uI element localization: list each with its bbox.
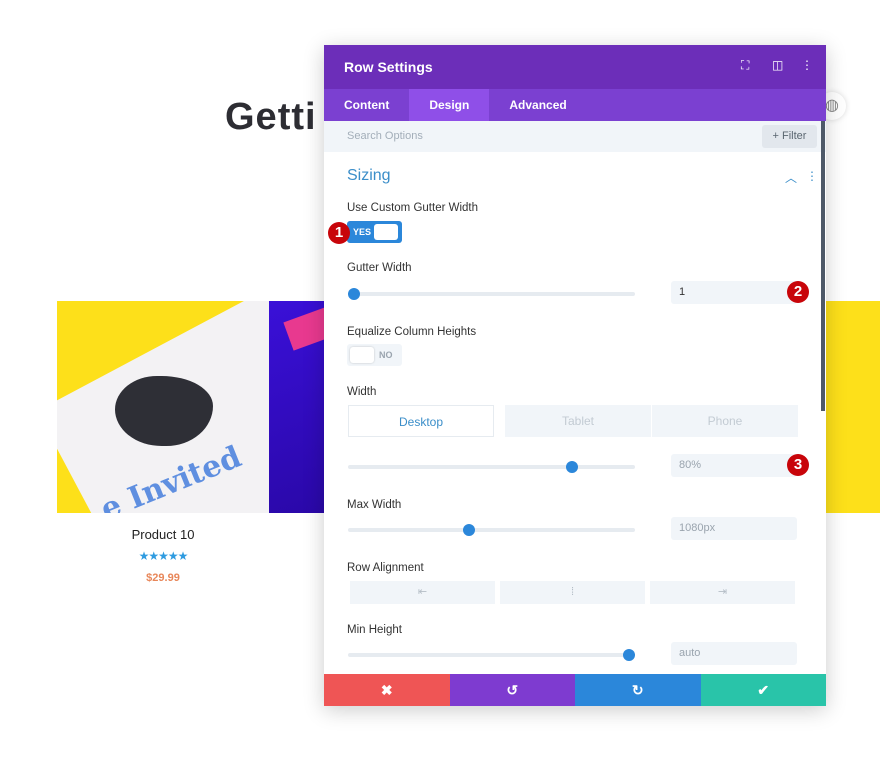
split-view-icon[interactable]: ◫ xyxy=(772,58,783,72)
align-left-button[interactable]: ⇤ xyxy=(350,581,495,604)
tab-advanced[interactable]: Advanced xyxy=(489,89,586,121)
max-width-label: Max Width xyxy=(347,499,402,511)
min-height-slider[interactable] xyxy=(348,649,636,661)
device-tab-phone[interactable]: Phone xyxy=(652,405,798,437)
gutter-width-label: Gutter Width xyxy=(347,262,412,274)
min-height-input[interactable]: auto xyxy=(671,642,797,665)
max-width-slider[interactable] xyxy=(348,524,635,536)
toggle-label: NO xyxy=(379,350,393,360)
toggle-knob xyxy=(350,347,374,363)
width-input[interactable]: 80% xyxy=(671,454,797,477)
product-image-2[interactable] xyxy=(269,301,341,513)
panel-tabs: Content Design Advanced xyxy=(324,89,826,121)
slider-thumb[interactable] xyxy=(347,288,360,300)
gutter-width-input[interactable]: 1 xyxy=(671,281,797,304)
scrollbar[interactable] xyxy=(821,121,825,411)
more-vertical-icon[interactable]: ⋮ xyxy=(801,58,813,72)
filter-button[interactable]: + Filter xyxy=(762,125,817,148)
min-height-label: Min Height xyxy=(347,624,402,636)
search-bar: Search Options + Filter xyxy=(324,121,826,152)
more-vertical-icon[interactable]: ⋮ xyxy=(806,169,818,183)
equalize-toggle[interactable]: NO xyxy=(347,344,402,366)
slider-thumb[interactable] xyxy=(462,524,475,536)
device-tab-tablet[interactable]: Tablet xyxy=(505,405,651,437)
tab-design[interactable]: Design xyxy=(409,89,490,121)
width-label: Width xyxy=(347,386,377,398)
annotation-badge-1: 1 xyxy=(328,222,350,244)
max-width-input[interactable]: 1080px xyxy=(671,517,797,540)
annotation-badge-3: 3 xyxy=(787,454,809,476)
custom-gutter-toggle[interactable]: YES xyxy=(347,221,402,243)
save-button[interactable]: ✔ xyxy=(700,674,826,706)
undo-button[interactable]: ↺ xyxy=(449,674,575,706)
toggle-label: YES xyxy=(353,227,372,237)
product-price: $29.99 xyxy=(146,572,180,584)
panel-title: Row Settings xyxy=(344,59,433,75)
page-heading: Getti xyxy=(225,96,317,138)
tab-content[interactable]: Content xyxy=(324,89,409,121)
rating-stars: ★★★★★ xyxy=(138,549,189,563)
product-name[interactable]: Product 10 xyxy=(57,527,269,542)
toggle-knob xyxy=(374,224,398,240)
row-alignment-label: Row Alignment xyxy=(347,562,424,574)
annotation-badge-2: 2 xyxy=(787,281,809,303)
chevron-up-icon[interactable]: ︿ xyxy=(785,169,797,186)
width-slider[interactable] xyxy=(348,461,635,473)
redo-button[interactable]: ↻ xyxy=(575,674,701,706)
section-title[interactable]: Sizing xyxy=(347,167,391,185)
custom-gutter-label: Use Custom Gutter Width xyxy=(347,202,479,214)
panel-footer: ✖ ↺ ↻ ✔ xyxy=(324,674,826,706)
gutter-width-slider[interactable] xyxy=(347,288,635,300)
product-image[interactable]: e Invited xyxy=(57,301,269,513)
device-tab-desktop[interactable]: Desktop xyxy=(348,405,494,437)
search-input[interactable]: Search Options xyxy=(347,130,423,142)
align-right-button[interactable]: ⇥ xyxy=(650,581,795,604)
panel-header: Row Settings ⛶ ◫ ⋮ xyxy=(324,45,826,89)
equalize-label: Equalize Column Heights xyxy=(347,326,477,338)
product-image-3[interactable] xyxy=(826,301,880,513)
cancel-button[interactable]: ✖ xyxy=(324,674,450,706)
align-center-button[interactable]: ⁞ xyxy=(500,581,645,604)
row-settings-panel: Row Settings ⛶ ◫ ⋮ Content Design Advanc… xyxy=(324,45,826,706)
fullscreen-icon[interactable]: ⛶ xyxy=(741,58,749,73)
slider-thumb[interactable] xyxy=(623,649,636,661)
slider-thumb[interactable] xyxy=(565,461,578,473)
